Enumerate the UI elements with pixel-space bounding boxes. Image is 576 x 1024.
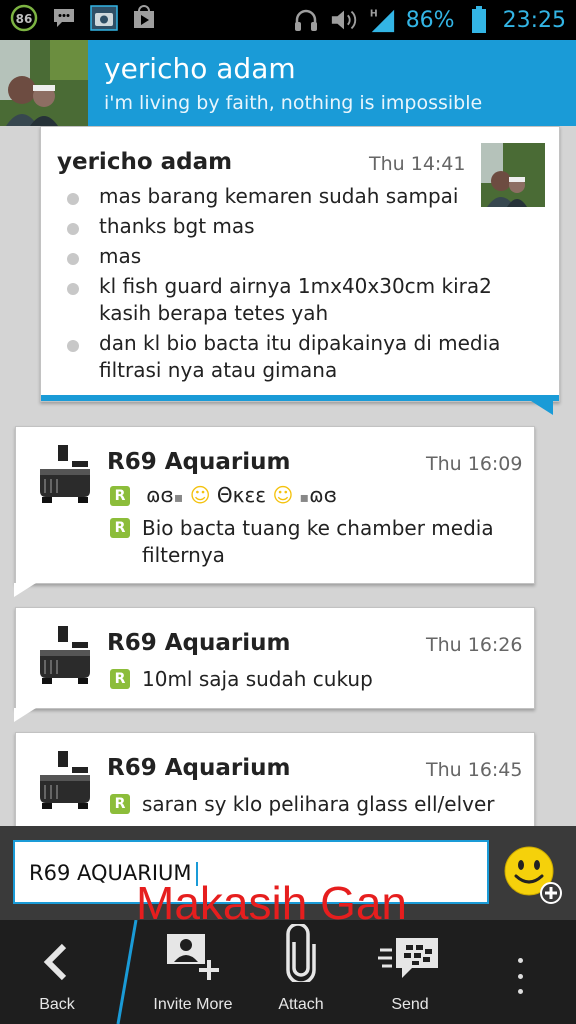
message-list: mas barang kemaren sudah sampai thanks b… <box>67 183 507 384</box>
bubble-tail <box>14 583 36 597</box>
message-bubble-incoming[interactable]: R69 Aquarium Thu 16:45 R saran sy klo pe… <box>15 732 535 826</box>
thumb-icon: ▪ <box>299 490 310 506</box>
message-line: R Bio bacta tuang ke chamber media filte… <box>110 515 510 569</box>
battery-icon <box>465 6 493 34</box>
pattern-emoticon-icon: ɷɞ <box>146 483 174 507</box>
delivered-badge-icon: R <box>110 518 130 538</box>
message-line: mas barang kemaren sudah sampai <box>67 183 507 210</box>
pump-avatar-icon <box>36 443 98 505</box>
pump-avatar-icon <box>36 749 98 811</box>
thumb-icon: ▪ <box>173 490 184 506</box>
delivered-badge-icon: R <box>110 486 130 506</box>
bar-divider <box>116 920 138 1024</box>
pattern-emoticon-icon: ɷɞ <box>309 483 337 507</box>
status-bar: 86 H 86% 23:25 <box>0 0 576 40</box>
action-bar: Back Invite More Attach Send <box>0 920 576 1024</box>
message-bubble-outgoing[interactable]: yericho adam Thu 14:41 mas barang kemare… <box>40 126 560 415</box>
send-button[interactable]: Send <box>372 920 448 1024</box>
read-dot-icon <box>67 193 79 205</box>
invite-more-label: Invite More <box>153 996 233 1013</box>
read-dot-icon <box>67 283 79 295</box>
chat-header[interactable]: yericho adam i'm living by faith, nothin… <box>0 40 576 126</box>
outgoing-accent-bar <box>41 395 559 401</box>
message-line: R 10ml saja sudah cukup <box>110 666 510 693</box>
chat-icon <box>50 4 78 32</box>
signal-icon: H <box>368 6 396 34</box>
message-sender: R69 Aquarium <box>107 755 291 781</box>
attach-label: Attach <box>278 996 324 1013</box>
network-type: H <box>370 8 378 19</box>
overlay-caption: Makasih Gan <box>136 877 408 929</box>
message-time: Thu 14:41 <box>369 153 466 175</box>
send-label: Send <box>391 996 429 1013</box>
read-dot-icon <box>67 223 79 235</box>
contact-avatar[interactable] <box>0 40 88 126</box>
overflow-menu-icon[interactable] <box>512 958 528 994</box>
emoticon-line: ɷɞ▪ ☺ Θκεε ☺ ▪ɷɞ <box>146 483 337 507</box>
bubble-tail <box>531 401 553 415</box>
read-dot-icon <box>67 340 79 352</box>
message-line: R ɷɞ▪ ☺ Θκεε ☺ ▪ɷɞ <box>110 483 520 513</box>
conversation[interactable]: yericho adam Thu 14:41 mas barang kemare… <box>0 126 576 826</box>
play-store-icon <box>130 4 158 32</box>
volume-icon <box>330 6 358 34</box>
contact-name: yericho adam <box>104 52 296 85</box>
bubble-tail <box>14 708 36 722</box>
read-dot-icon <box>67 253 79 265</box>
contact-status-message: i'm living by faith, nothing is impossib… <box>104 92 483 114</box>
attach-button[interactable]: Attach <box>266 920 336 1024</box>
pump-avatar-icon <box>36 624 98 686</box>
delivered-badge-icon: R <box>110 794 130 814</box>
message-line: dan kl bio bacta itu dipakainya di media… <box>67 330 507 384</box>
back-button[interactable]: Back <box>20 920 94 1024</box>
message-line: thanks bgt mas <box>67 213 507 240</box>
back-label: Back <box>39 996 75 1013</box>
message-time: Thu 16:26 <box>426 634 523 656</box>
message-bubble-incoming[interactable]: R69 Aquarium Thu 16:09 R ɷɞ▪ ☺ Θκεε ☺ ▪ɷ… <box>14 426 535 597</box>
message-sender: yericho adam <box>57 149 233 175</box>
delivered-badge-icon: R <box>110 669 130 689</box>
back-chevron-icon <box>42 920 72 982</box>
notif-badge-count: 86 <box>16 12 33 26</box>
bbm-notification-icon: 86 <box>10 4 38 32</box>
message-line: kl fish guard airnya 1mx40x30cm kira2 ka… <box>67 273 507 327</box>
battery-percent: 86% <box>405 7 455 33</box>
message-time: Thu 16:09 <box>426 453 523 475</box>
camera-icon <box>90 4 118 32</box>
clock: 23:25 <box>502 7 566 33</box>
message-sender: R69 Aquarium <box>107 449 291 475</box>
invite-more-button[interactable]: Invite More <box>146 920 240 1024</box>
message-line: R saran sy klo pelihara glass ell/elver <box>110 791 520 818</box>
message-time: Thu 16:45 <box>426 759 523 781</box>
smiley-emoticon-icon: ☺ <box>189 483 211 507</box>
emoticon-picker-icon[interactable] <box>504 846 562 904</box>
message-sender: R69 Aquarium <box>107 630 291 656</box>
smiley-emoticon-icon: ☺ <box>272 483 294 507</box>
message-line: mas <box>67 243 507 270</box>
headphones-icon <box>292 6 320 34</box>
message-bubble-incoming[interactable]: R69 Aquarium Thu 16:26 R 10ml saja sudah… <box>14 607 535 722</box>
